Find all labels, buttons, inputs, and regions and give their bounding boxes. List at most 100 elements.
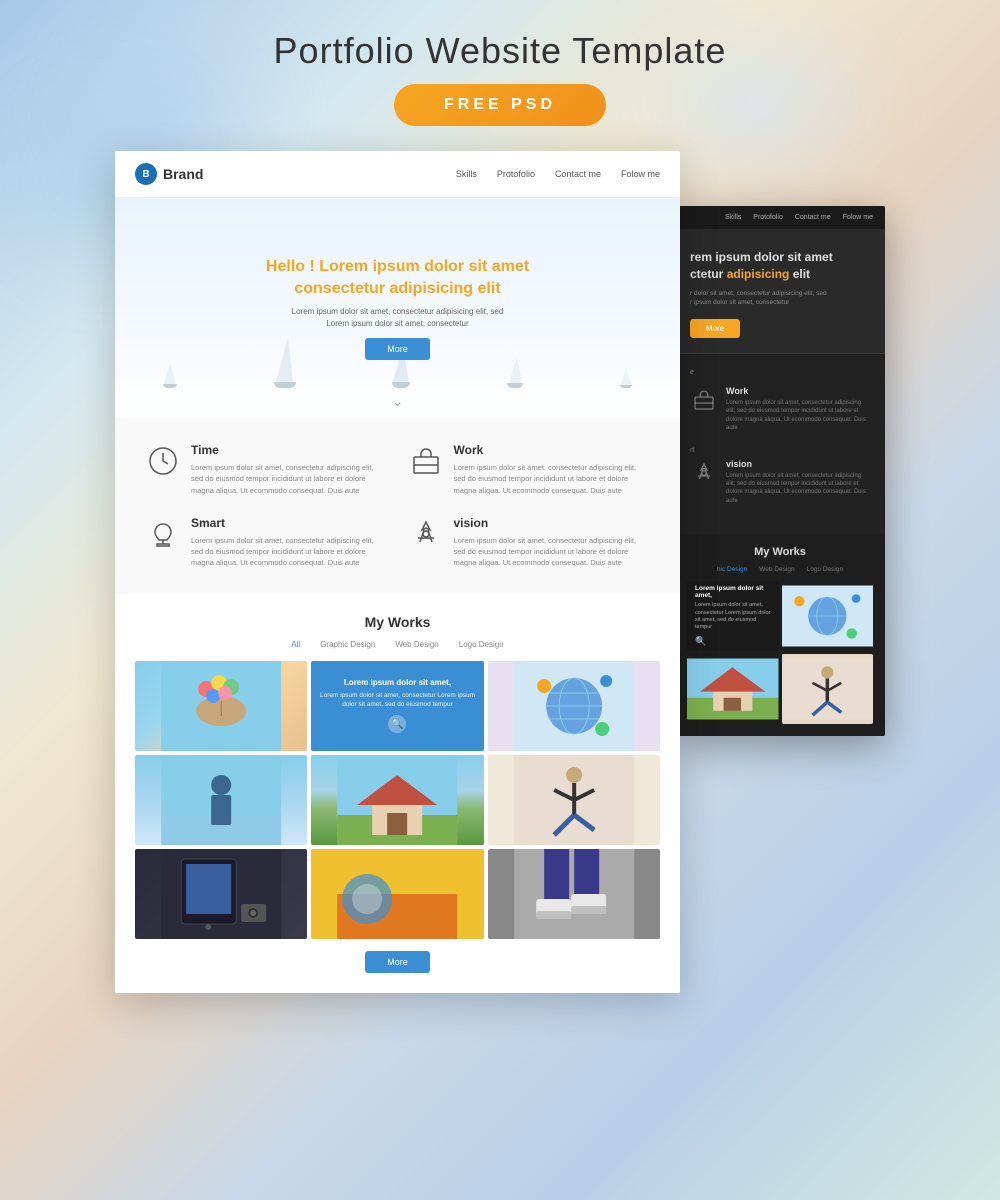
dark-overlay-text: Lorem ipsum dolor sit amet, consectetur … bbox=[695, 602, 771, 631]
dark-portfolio-grid: Lorem ipsum dolor sit amet, Lorem ipsum … bbox=[687, 581, 873, 724]
dark-vision-title: vision bbox=[726, 459, 870, 469]
search-icon: 🔍 bbox=[388, 715, 406, 733]
feature-time-text: Lorem ipsum dolor sit amet, consectetur … bbox=[191, 462, 388, 496]
dark-work-icon bbox=[690, 386, 718, 414]
nav-link-follow[interactable]: Folow me bbox=[621, 169, 660, 179]
portfolio-filters: All Graphic Design Web Design Logo Desig… bbox=[135, 640, 660, 649]
dt-nav-follow[interactable]: Folow me bbox=[843, 214, 873, 221]
feature-work-text: Lorem ipsum dolor sit amet, consectetur … bbox=[454, 462, 651, 496]
filter-web[interactable]: Web Design bbox=[395, 640, 438, 649]
dark-portfolio-item-3 bbox=[687, 654, 779, 724]
smart-icon bbox=[145, 516, 181, 552]
dark-hero-sub: r dolor sit amet, consectetur adipisicin… bbox=[690, 289, 870, 309]
hero-title-line2: consectetur bbox=[294, 280, 389, 297]
portfolio-item-8 bbox=[311, 849, 483, 939]
dt-filter-graphic[interactable]: hic Design bbox=[717, 566, 747, 573]
dark-portfolio-item-4 bbox=[782, 654, 874, 724]
page-header: Portfolio Website Template FREE PSD bbox=[0, 0, 1000, 141]
features-grid: Time Lorem ipsum dolor sit amet, consect… bbox=[145, 443, 650, 569]
vision-icon bbox=[408, 516, 444, 552]
light-portfolio: My Works All Graphic Design Web Design L… bbox=[115, 594, 680, 993]
nav-link-skills[interactable]: Skills bbox=[456, 169, 477, 179]
hero-more-button[interactable]: More bbox=[365, 338, 430, 360]
time-icon bbox=[145, 443, 181, 479]
hull-2 bbox=[274, 382, 296, 388]
dark-work-content: Work Lorem ipsum dolor sit amet, consect… bbox=[726, 386, 870, 433]
brand-label: Brand bbox=[163, 166, 203, 182]
portfolio-item-3 bbox=[488, 661, 660, 751]
hull-5 bbox=[620, 385, 632, 388]
dark-vision-content: vision Lorem ipsum dolor sit amet, conse… bbox=[726, 459, 870, 506]
dark-portfolio: My Works hic Design Web Design Logo Desi… bbox=[675, 534, 885, 736]
light-brand: B Brand bbox=[135, 163, 203, 185]
feature-smart-text: Lorem ipsum dolor sit amet, consectetur … bbox=[191, 535, 388, 569]
light-features: Time Lorem ipsum dolor sit amet, consect… bbox=[115, 418, 680, 594]
scroll-indicator: ⌄ bbox=[392, 393, 404, 410]
feature-smart-title: Smart bbox=[191, 516, 388, 530]
light-hero: Hello ! Lorem ipsum dolor sit amet conse… bbox=[115, 198, 680, 418]
filter-graphic[interactable]: Graphic Design bbox=[320, 640, 375, 649]
hero-title-line1: Hello ! Lorem ipsum dolor sit amet bbox=[266, 258, 529, 275]
feature-time-title: Time bbox=[191, 443, 388, 457]
nav-link-protofolio[interactable]: Protofolio bbox=[497, 169, 535, 179]
hero-highlight: adipisicing bbox=[390, 280, 474, 297]
hull bbox=[163, 384, 177, 388]
dark-highlight: adipisicing bbox=[727, 267, 790, 281]
portfolio-item-4 bbox=[135, 755, 307, 845]
feature-vision-text: Lorem ipsum dolor sit amet, consectetur … bbox=[454, 535, 651, 569]
dark-portfolio-overlay: Lorem ipsum dolor sit amet, Lorem ipsum … bbox=[687, 581, 779, 651]
sailboat-5 bbox=[620, 367, 632, 388]
feature-smart-content: Smart Lorem ipsum dolor sit amet, consec… bbox=[191, 516, 388, 569]
brand-icon: B bbox=[135, 163, 157, 185]
portfolio-item-overlay: Lorem ipsum dolor sit amet, Lorem ipsum … bbox=[311, 661, 483, 751]
dt-nav-protofolio[interactable]: Protofolio bbox=[753, 214, 783, 221]
portfolio-more-btn: More bbox=[135, 951, 660, 973]
dark-partial-feature: e bbox=[690, 369, 870, 376]
hull-4 bbox=[507, 383, 523, 388]
feature-work-content: Work Lorem ipsum dolor sit amet, consect… bbox=[454, 443, 651, 496]
feature-smart: Smart Lorem ipsum dolor sit amet, consec… bbox=[145, 516, 388, 569]
dark-overlay-title: Lorem ipsum dolor sit amet, bbox=[695, 585, 771, 599]
dark-feature-work: Work Lorem ipsum dolor sit amet, consect… bbox=[690, 386, 870, 433]
portfolio-item-5 bbox=[311, 755, 483, 845]
sailboat-1 bbox=[163, 364, 177, 388]
hero-text: Hello ! Lorem ipsum dolor sit amet conse… bbox=[248, 256, 548, 361]
dark-portfolio-filters: hic Design Web Design Logo Design bbox=[687, 566, 873, 573]
free-psd-badge: FREE PSD bbox=[394, 84, 606, 126]
dark-hero: rem ipsum dolor sit amet ctetur adipisic… bbox=[675, 229, 885, 354]
feature-vision-title: vision bbox=[454, 516, 651, 530]
dark-nav: Skills Protofolio Contact me Folow me bbox=[675, 206, 885, 229]
dark-vision-text: Lorem ipsum dolor sit amet, consectetur … bbox=[726, 472, 870, 506]
dark-hero-btn[interactable]: More bbox=[690, 319, 740, 338]
work-icon bbox=[408, 443, 444, 479]
dark-hero-title: rem ipsum dolor sit amet ctetur adipisic… bbox=[690, 249, 870, 283]
light-nav: B Brand Skills Protofolio Contact me Fol… bbox=[115, 151, 680, 198]
filter-all[interactable]: All bbox=[291, 640, 300, 649]
portfolio-item-9 bbox=[488, 849, 660, 939]
portfolio-item-7 bbox=[135, 849, 307, 939]
dark-vision-icon bbox=[690, 459, 718, 487]
dark-features: e Work Lorem ipsum dolor sit amet, conse… bbox=[675, 354, 885, 534]
dt-nav-contact[interactable]: Contact me bbox=[795, 214, 831, 221]
sail-4 bbox=[509, 358, 522, 383]
hull-3 bbox=[392, 382, 410, 388]
hero-subtitle: Lorem ipsum dolor sit amet, consectetur … bbox=[248, 306, 548, 330]
dark-work-text: Lorem ipsum dolor sit amet, consectetur … bbox=[726, 399, 870, 433]
dark-portfolio-item-2 bbox=[782, 581, 874, 651]
templates-container: B Brand Skills Protofolio Contact me Fol… bbox=[0, 141, 1000, 1003]
overlay-title: Lorem ipsum dolor sit amet, bbox=[344, 678, 451, 687]
filter-logo[interactable]: Logo Design bbox=[459, 640, 504, 649]
feature-vision: vision Lorem ipsum dolor sit amet, conse… bbox=[408, 516, 651, 569]
nav-link-contact[interactable]: Contact me bbox=[555, 169, 601, 179]
light-nav-links: Skills Protofolio Contact me Folow me bbox=[456, 169, 660, 179]
dark-partial-feature2: rt bbox=[690, 447, 870, 454]
dt-filter-web[interactable]: Web Design bbox=[759, 566, 794, 573]
dt-nav-skills[interactable]: Skills bbox=[725, 214, 741, 221]
dt-filter-logo[interactable]: Logo Design bbox=[807, 566, 844, 573]
feature-work: Work Lorem ipsum dolor sit amet, consect… bbox=[408, 443, 651, 496]
portfolio-title: My Works bbox=[135, 614, 660, 630]
dark-search-icon: 🔍 bbox=[695, 636, 706, 647]
more-button[interactable]: More bbox=[365, 951, 430, 973]
hero-title: Hello ! Lorem ipsum dolor sit amet conse… bbox=[248, 256, 548, 301]
sail-5 bbox=[621, 367, 631, 385]
